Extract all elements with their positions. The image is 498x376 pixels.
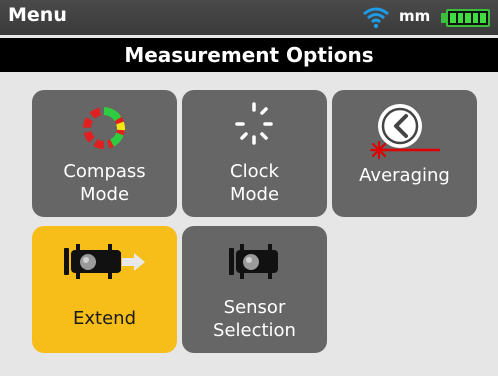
sensor-selection-icon — [229, 244, 278, 279]
clock-mode-tile[interactable]: Clock Mode — [182, 90, 327, 217]
averaging-icon — [369, 104, 440, 160]
clock-mode-label: Clock Mode — [229, 161, 280, 205]
extend-icon — [64, 244, 145, 279]
clock-mode-icon — [235, 102, 273, 145]
extend-tile[interactable]: Extend — [32, 226, 177, 353]
averaging-tile[interactable]: Averaging — [332, 90, 477, 217]
sensor-selection-label: Sensor Selection — [213, 297, 296, 341]
battery-full-icon — [446, 9, 490, 27]
unit-label: mm — [399, 7, 431, 25]
extend-label: Extend — [73, 308, 136, 329]
compass-mode-icon — [83, 107, 126, 149]
compass-mode-tile[interactable]: Compass Mode — [32, 90, 177, 217]
page-title: Measurement Options — [0, 38, 498, 72]
menu-title[interactable]: Menu — [8, 4, 67, 26]
compass-mode-label: Compass Mode — [63, 161, 146, 205]
wifi-icon — [363, 7, 389, 29]
status-bar: Menu mm — [0, 0, 498, 35]
sensor-selection-tile[interactable]: Sensor Selection — [182, 226, 327, 353]
averaging-label: Averaging — [359, 165, 450, 186]
